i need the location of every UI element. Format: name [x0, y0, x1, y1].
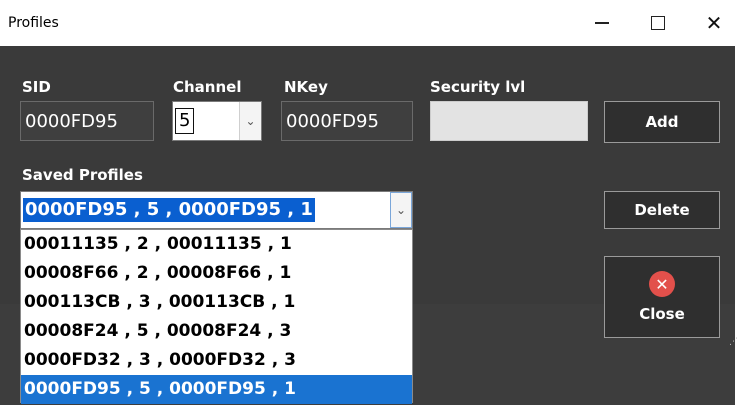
- nkey-field[interactable]: 0000FD95: [281, 101, 413, 141]
- chevron-down-icon[interactable]: ⌄: [390, 192, 412, 228]
- security-lvl-label: Security lvl: [430, 78, 526, 96]
- close-button-label: Close: [639, 305, 685, 323]
- saved-profiles-selected: 0000FD95 , 5 , 0000FD95 , 1: [23, 198, 315, 222]
- saved-profiles-label: Saved Profiles: [22, 166, 143, 184]
- close-circle-icon: ✕: [649, 271, 675, 297]
- profiles-window: Profiles ✕ SID Channel NKey Security lvl…: [0, 0, 747, 405]
- list-item[interactable]: 000113CB , 3 , 000113CB , 1: [21, 288, 412, 317]
- security-lvl-field[interactable]: [430, 101, 588, 141]
- add-button[interactable]: Add: [604, 101, 720, 143]
- saved-profiles-select[interactable]: 0000FD95 , 5 , 0000FD95 , 1 ⌄: [20, 191, 413, 229]
- chevron-down-icon[interactable]: ⌄: [239, 102, 261, 140]
- list-item[interactable]: 00008F24 , 5 , 00008F24 , 3: [21, 317, 412, 346]
- channel-value: 5: [175, 108, 195, 134]
- add-button-label: Add: [645, 113, 679, 131]
- nkey-label: NKey: [284, 78, 328, 96]
- close-x-icon: ✕: [705, 11, 723, 35]
- list-item[interactable]: 0000FD32 , 3 , 0000FD32 , 3: [21, 346, 412, 375]
- sid-label: SID: [22, 78, 51, 96]
- list-item-selected[interactable]: 0000FD95 , 5 , 0000FD95 , 1: [21, 375, 412, 404]
- window-close-button[interactable]: ✕: [686, 0, 742, 46]
- minimize-button[interactable]: [574, 0, 630, 46]
- nkey-value: 0000FD95: [286, 110, 379, 132]
- channel-select[interactable]: 5 ⌄: [172, 101, 262, 141]
- window-edge: [735, 46, 747, 405]
- delete-button-label: Delete: [634, 201, 690, 219]
- maximize-button[interactable]: [630, 0, 686, 46]
- delete-button[interactable]: Delete: [604, 191, 720, 229]
- list-item[interactable]: 00008F66 , 2 , 00008F66 , 1: [21, 259, 412, 288]
- minimize-icon: [595, 22, 609, 24]
- maximize-icon: [651, 16, 665, 30]
- window-title: Profiles: [8, 15, 59, 31]
- resize-grip-icon[interactable]: ⋰: [729, 337, 739, 347]
- list-item[interactable]: 00011135 , 2 , 00011135 , 1: [21, 230, 412, 259]
- sid-field[interactable]: 0000FD95: [20, 101, 154, 141]
- channel-label: Channel: [173, 78, 242, 96]
- sid-value: 0000FD95: [25, 110, 118, 132]
- title-bar: Profiles ✕: [0, 0, 747, 46]
- saved-profiles-dropdown-list[interactable]: 00011135 , 2 , 00011135 , 1 00008F66 , 2…: [20, 229, 413, 404]
- close-button[interactable]: ✕ Close: [604, 256, 720, 338]
